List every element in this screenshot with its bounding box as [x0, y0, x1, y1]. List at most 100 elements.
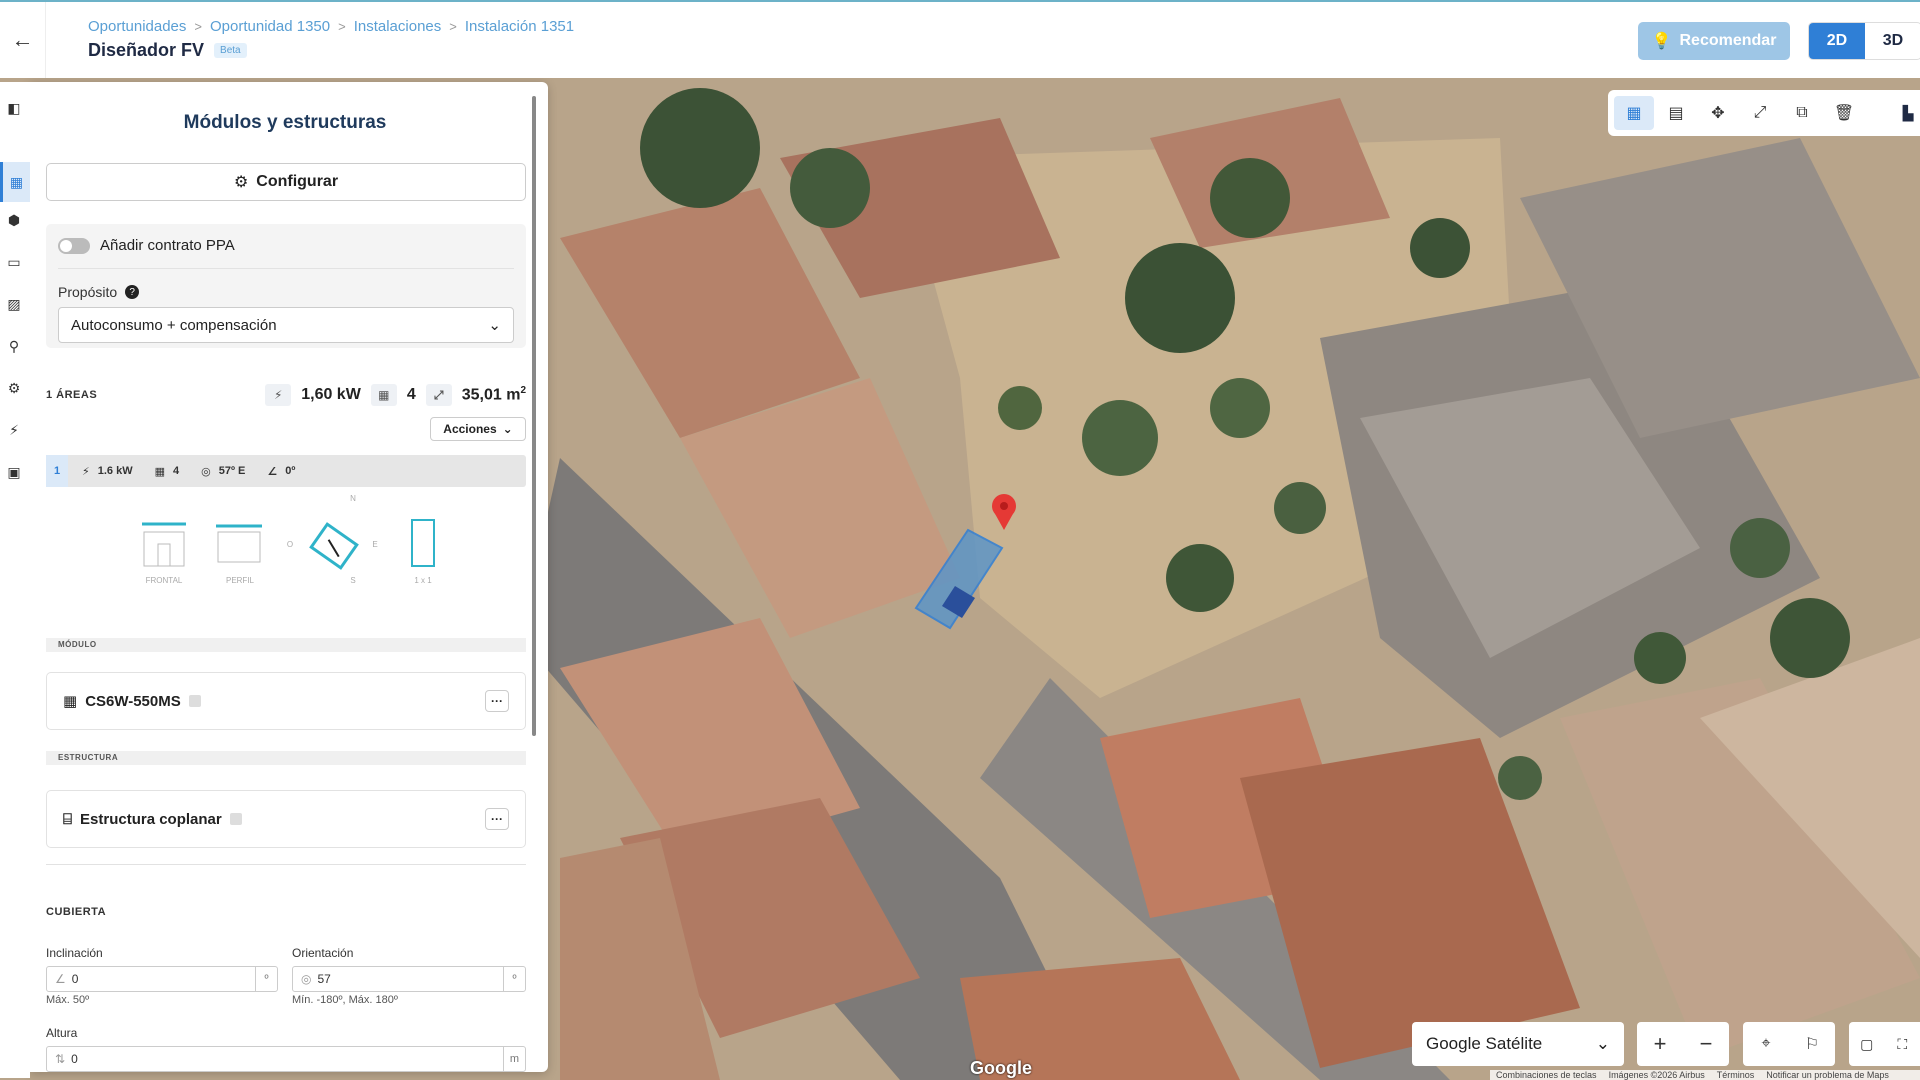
breadcrumb-item-instalacion[interactable]: Instalación 1351	[465, 18, 574, 35]
attribution-terms[interactable]: Términos	[1717, 1070, 1755, 1080]
layout-tool-icon[interactable]: ▤	[1656, 96, 1696, 130]
resize-icon[interactable]: ⤢	[1740, 96, 1780, 130]
recommend-button[interactable]: 💡 Recomendar	[1638, 22, 1790, 60]
move-icon[interactable]: ✥	[1698, 96, 1738, 130]
structure-card[interactable]: ⌸ Estructura coplanar ···	[46, 790, 526, 848]
structure-more-button[interactable]: ···	[485, 808, 509, 830]
compass-icon: ◎	[301, 972, 312, 986]
fullscreen-icon[interactable]: ⛶	[1885, 1022, 1920, 1066]
inclination-label: Inclinación	[46, 946, 103, 960]
chevron-right-icon: >	[194, 19, 202, 34]
actions-dropdown[interactable]: Acciones ⌄	[430, 417, 526, 441]
location-controls: ⌖ ⚐	[1743, 1022, 1835, 1066]
area-index: 1	[46, 455, 68, 487]
purpose-value: Autoconsumo + compensación	[71, 316, 277, 334]
chevron-right-icon: >	[338, 19, 346, 34]
orientation-value: 57	[317, 972, 331, 986]
area-orientation: 57º E	[218, 465, 246, 477]
lightning-icon: ⚡	[265, 384, 292, 406]
breadcrumb-item-instalaciones[interactable]: Instalaciones	[354, 18, 442, 35]
purpose-label: Propósito	[58, 284, 118, 300]
map-search-icon[interactable]: ⚐	[1789, 1022, 1835, 1066]
inclination-input[interactable]: ∠ 0 º	[46, 966, 278, 992]
lightning-icon[interactable]: ⚡	[4, 420, 24, 440]
help-icon[interactable]: ?	[125, 285, 140, 299]
breadcrumb-item-oportunidades[interactable]: Oportunidades	[88, 18, 186, 35]
height-input[interactable]: ⇅ 0 m	[46, 1046, 526, 1072]
area-power: 1.6 kW	[97, 465, 133, 477]
total-power: 1,60 kW	[301, 386, 361, 403]
chart-tool-icon[interactable]: ▨	[4, 294, 24, 314]
diagram-south: S	[350, 576, 356, 585]
height-value: 0	[71, 1052, 78, 1066]
arrow-left-icon: ←	[11, 27, 34, 52]
minimap-icon[interactable]: ▢	[1849, 1022, 1885, 1066]
ppa-label: Añadir contrato PPA	[100, 237, 235, 254]
height-unit: m	[503, 1047, 525, 1071]
panel-title: Módulos y estructuras	[183, 112, 387, 133]
configure-button[interactable]: ⚙ Configurar	[46, 163, 526, 201]
purpose-label-row: Propósito ?	[58, 284, 140, 300]
roof-section-label: CUBIERTA	[46, 906, 107, 918]
image-icon[interactable]: ▣	[4, 462, 24, 482]
ppa-toggle[interactable]	[58, 238, 90, 254]
modules-tool-icon[interactable]: ▦	[0, 162, 30, 202]
extra-map-controls: ▢ ⛶	[1849, 1022, 1920, 1066]
recommend-label: Recomendar	[1679, 32, 1777, 49]
chevron-down-icon: ⌄	[488, 317, 501, 334]
panel-toggle-icon[interactable]: ◧	[4, 98, 24, 118]
purpose-select[interactable]: Autoconsumo + compensación ⌄	[58, 307, 514, 343]
height-label: Altura	[46, 1026, 78, 1040]
zoom-in-button[interactable]: +	[1637, 1022, 1683, 1066]
grid-icon: ▦	[154, 465, 165, 478]
view-3d-button[interactable]: 3D	[1865, 23, 1920, 59]
back-button[interactable]: ←	[0, 2, 46, 78]
area-modules: 4	[173, 465, 180, 477]
areas-label: 1 ÁREAS	[46, 389, 98, 401]
page-title: Diseñador FV Beta	[88, 40, 247, 61]
view-mode-toggle: 2D 3D	[1808, 22, 1920, 60]
module-tag	[188, 695, 201, 707]
panel-scrollbar[interactable]	[532, 96, 536, 736]
more-tools-icon[interactable]: ▙	[1896, 90, 1920, 136]
map-type-select[interactable]: Google Satélite ⌄	[1412, 1022, 1624, 1066]
panel-grid-tool-icon[interactable]: ▦	[1614, 96, 1654, 130]
location-pin-icon[interactable]: ⚲	[4, 336, 24, 356]
breadcrumb-item-oportunidad[interactable]: Oportunidad 1350	[210, 18, 330, 35]
structure-tag	[229, 813, 242, 825]
lightning-icon: ⚡	[82, 465, 90, 478]
gear-icon[interactable]: ⚙	[4, 378, 24, 398]
locate-icon[interactable]: ⌖	[1743, 1022, 1789, 1066]
module-more-button[interactable]: ···	[485, 690, 509, 712]
tilt-icon: ∠	[267, 465, 278, 478]
page-title-text: Diseñador FV	[88, 40, 205, 60]
module-grid-icon: ▦	[63, 693, 78, 710]
attribution-report[interactable]: Notificar un problema de Maps	[1766, 1070, 1889, 1080]
view-2d-button[interactable]: 2D	[1809, 23, 1865, 59]
module-card[interactable]: ▦ CS6W-550MS ···	[46, 672, 526, 730]
beta-badge: Beta	[214, 43, 247, 58]
structure-icon: ⌸	[63, 810, 73, 828]
map-attribution: Combinaciones de teclas Imágenes ©2026 A…	[1490, 1070, 1920, 1080]
app-header: ← Oportunidades > Oportunidad 1350 > Ins…	[0, 0, 1920, 78]
zoom-out-button[interactable]: −	[1683, 1022, 1729, 1066]
module-name: CS6W-550MS	[85, 692, 181, 710]
orientation-input[interactable]: ◎ 57 º	[292, 966, 526, 992]
structure-tool-icon[interactable]: ⬢	[4, 210, 24, 230]
height-icon: ⇅	[55, 1052, 66, 1066]
divider	[58, 268, 514, 269]
orientation-hint: Mín. -180º, Máx. 180º	[292, 994, 398, 1006]
duplicate-icon[interactable]: ⧉	[1782, 96, 1822, 130]
diagram-north: N	[350, 494, 356, 503]
trash-icon[interactable]: 🗑	[1824, 96, 1864, 130]
zoom-controls: + −	[1637, 1022, 1729, 1066]
structure-name: Estructura coplanar	[80, 810, 222, 828]
area-row[interactable]: 1 ⚡ 1.6 kW ▦ 4 ◎ 57º E ∠ 0º	[46, 455, 526, 487]
actions-label: Acciones	[443, 422, 497, 436]
google-logo: Google	[970, 1058, 1032, 1078]
inclination-value: 0	[71, 972, 79, 986]
map-type-value: Google Satélite	[1426, 1034, 1543, 1053]
attribution-shortcuts[interactable]: Combinaciones de teclas	[1496, 1070, 1597, 1080]
battery-tool-icon[interactable]: ▭	[4, 252, 24, 272]
gear-icon: ⚙	[233, 174, 249, 191]
